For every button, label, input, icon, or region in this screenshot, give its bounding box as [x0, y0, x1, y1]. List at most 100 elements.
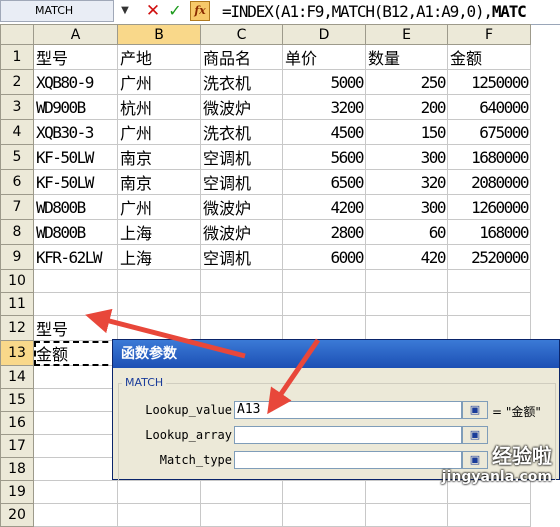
cell-a12[interactable]: 型号 — [33, 315, 118, 341]
cell-a15[interactable] — [33, 388, 118, 412]
cell-c4[interactable]: 洗衣机 — [200, 119, 283, 145]
cell-a16[interactable] — [33, 411, 118, 435]
cell-e5[interactable]: 300 — [365, 144, 448, 170]
column-header-b[interactable]: B — [117, 24, 201, 45]
cell-d12[interactable] — [282, 315, 366, 341]
match-type-input[interactable] — [234, 451, 462, 469]
row-header[interactable]: 5 — [0, 144, 34, 170]
cell-c6[interactable]: 空调机 — [200, 169, 283, 195]
cell-c12[interactable] — [200, 315, 283, 341]
cell-f3[interactable]: 640000 — [447, 94, 531, 120]
cell-f5[interactable]: 1680000 — [447, 144, 531, 170]
cell-d20[interactable] — [282, 503, 366, 527]
cell-f9[interactable]: 2520000 — [447, 244, 531, 270]
collapse-dialog-icon[interactable]: ▣ — [462, 401, 488, 419]
cell-d9[interactable]: 6000 — [282, 244, 366, 270]
cell-d2[interactable]: 5000 — [282, 69, 366, 95]
row-header[interactable]: 17 — [0, 434, 34, 458]
cell-a4[interactable]: XQB30-3 — [33, 119, 118, 145]
cell-a17[interactable] — [33, 434, 118, 458]
cell-f4[interactable]: 675000 — [447, 119, 531, 145]
cell-e6[interactable]: 320 — [365, 169, 448, 195]
cell-c20[interactable] — [200, 503, 283, 527]
row-header[interactable]: 2 — [0, 69, 34, 95]
row-header[interactable]: 12 — [0, 315, 34, 341]
cell-a10[interactable] — [33, 269, 118, 293]
cell-d5[interactable]: 5600 — [282, 144, 366, 170]
cell-c5[interactable]: 空调机 — [200, 144, 283, 170]
cell-c19[interactable] — [200, 480, 283, 504]
cell-b7[interactable]: 广州 — [117, 194, 201, 220]
cell-b3[interactable]: 杭州 — [117, 94, 201, 120]
row-header[interactable]: 16 — [0, 411, 34, 435]
cell-b8[interactable]: 上海 — [117, 219, 201, 245]
row-header[interactable]: 11 — [0, 292, 34, 316]
cell-e4[interactable]: 150 — [365, 119, 448, 145]
cell-f10[interactable] — [447, 269, 531, 293]
cell-c8[interactable]: 微波炉 — [200, 219, 283, 245]
cell-a18[interactable] — [33, 457, 118, 481]
cell-e19[interactable] — [365, 480, 448, 504]
cell-b19[interactable] — [117, 480, 201, 504]
cell-d11[interactable] — [282, 292, 366, 316]
cell-a11[interactable] — [33, 292, 118, 316]
cell-e3[interactable]: 200 — [365, 94, 448, 120]
cell-f12[interactable] — [447, 315, 531, 341]
cell-d4[interactable]: 4500 — [282, 119, 366, 145]
cell-a5[interactable]: KF-50LW — [33, 144, 118, 170]
row-header[interactable]: 3 — [0, 94, 34, 120]
cell-f1[interactable]: 金额 — [447, 44, 531, 70]
cell-e1[interactable]: 数量 — [365, 44, 448, 70]
cell-f20[interactable] — [447, 503, 531, 527]
cell-b4[interactable]: 广州 — [117, 119, 201, 145]
cell-b12[interactable] — [117, 315, 201, 341]
cell-c1[interactable]: 商品名 — [200, 44, 283, 70]
column-header-c[interactable]: C — [200, 24, 283, 45]
cell-e2[interactable]: 250 — [365, 69, 448, 95]
row-header[interactable]: 8 — [0, 219, 34, 245]
cell-b2[interactable]: 广州 — [117, 69, 201, 95]
row-header[interactable]: 10 — [0, 269, 34, 293]
column-header-d[interactable]: D — [282, 24, 366, 45]
row-header[interactable]: 9 — [0, 244, 34, 270]
row-header[interactable]: 20 — [0, 503, 34, 527]
cell-d8[interactable]: 2800 — [282, 219, 366, 245]
cell-b20[interactable] — [117, 503, 201, 527]
cell-a8[interactable]: WD800B — [33, 219, 118, 245]
row-header[interactable]: 6 — [0, 169, 34, 195]
cell-a3[interactable]: WD900B — [33, 94, 118, 120]
cell-c3[interactable]: 微波炉 — [200, 94, 283, 120]
cancel-icon[interactable]: ✕ — [144, 0, 162, 22]
enter-icon[interactable]: ✓ — [166, 0, 184, 22]
cell-d6[interactable]: 6500 — [282, 169, 366, 195]
cell-c2[interactable]: 洗衣机 — [200, 69, 283, 95]
cell-a9[interactable]: KFR-62LW — [33, 244, 118, 270]
cell-c9[interactable]: 空调机 — [200, 244, 283, 270]
name-box-dropdown-icon[interactable]: ▼ — [118, 3, 132, 19]
row-header[interactable]: 15 — [0, 388, 34, 412]
row-header[interactable]: 14 — [0, 365, 34, 389]
cell-f11[interactable] — [447, 292, 531, 316]
row-header[interactable]: 7 — [0, 194, 34, 220]
cell-a20[interactable] — [33, 503, 118, 527]
row-header[interactable]: 4 — [0, 119, 34, 145]
row-header[interactable]: 13 — [0, 340, 34, 366]
cell-e11[interactable] — [365, 292, 448, 316]
row-header[interactable]: 18 — [0, 457, 34, 481]
cell-e9[interactable]: 420 — [365, 244, 448, 270]
cell-b1[interactable]: 产地 — [117, 44, 201, 70]
cell-e8[interactable]: 60 — [365, 219, 448, 245]
formula-input[interactable]: =INDEX(A1:F9,MATCH(B12,A1:A9,0),MATC — [222, 0, 560, 24]
cell-c11[interactable] — [200, 292, 283, 316]
lookup-value-input[interactable]: A13 — [234, 401, 462, 419]
cell-e12[interactable] — [365, 315, 448, 341]
row-header[interactable]: 19 — [0, 480, 34, 504]
cell-f7[interactable]: 1260000 — [447, 194, 531, 220]
cell-a14[interactable] — [33, 365, 118, 389]
cell-a2[interactable]: XQB80-9 — [33, 69, 118, 95]
lookup-array-input[interactable] — [234, 426, 462, 444]
cell-b9[interactable]: 上海 — [117, 244, 201, 270]
dialog-title[interactable]: 函数参数 — [113, 340, 559, 368]
cell-b5[interactable]: 南京 — [117, 144, 201, 170]
column-header-e[interactable]: E — [365, 24, 448, 45]
